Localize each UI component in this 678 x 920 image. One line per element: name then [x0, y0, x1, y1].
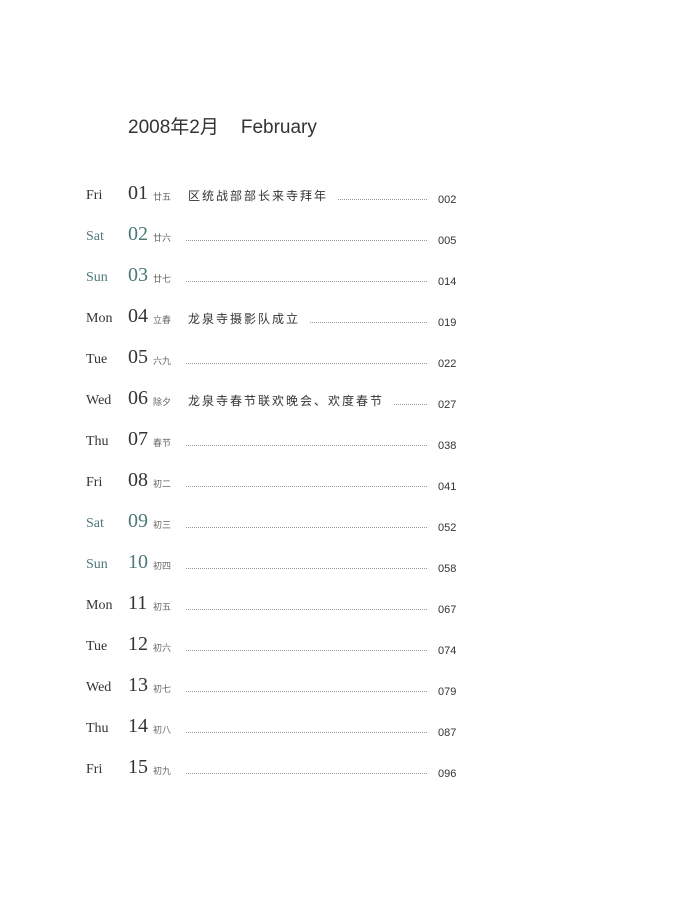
weekday-label: Sat [86, 516, 104, 531]
date-number: 04 [128, 305, 148, 327]
page-number: 022 [438, 358, 457, 370]
page-number: 052 [438, 522, 457, 534]
lunar-date: 初七 [153, 685, 172, 695]
weekday-label: Thu [86, 721, 109, 736]
title-cn: 2008年2月 [128, 117, 219, 138]
list-item[interactable]: Sat 09 初三 052 [0, 510, 678, 556]
weekday-label: Thu [86, 434, 109, 449]
date-number: 12 [128, 633, 148, 655]
page-number: 096 [438, 768, 457, 780]
date-number: 13 [128, 674, 148, 696]
event-text: 龙泉寺摄影队成立 [188, 312, 301, 326]
page-number: 087 [438, 727, 457, 739]
weekday-label: Fri [86, 475, 103, 490]
date-number: 15 [128, 756, 148, 778]
dot-leader [310, 322, 427, 323]
dot-leader [186, 363, 427, 364]
list-item[interactable]: Thu 07 春节 038 [0, 428, 678, 474]
dot-leader [186, 240, 427, 241]
page-number: 038 [438, 440, 457, 452]
event-text: 龙泉寺春节联欢晚会、欢度春节 [188, 394, 385, 408]
page-number: 067 [438, 604, 457, 616]
date-number: 03 [128, 264, 148, 286]
weekday-label: Tue [86, 352, 108, 367]
dot-leader [186, 527, 427, 528]
list-item[interactable]: Tue 05 六九 022 [0, 346, 678, 392]
dot-leader [186, 568, 427, 569]
lunar-date: 除夕 [153, 398, 172, 408]
dot-leader [186, 281, 427, 282]
dot-leader [394, 404, 427, 405]
lunar-date: 初四 [153, 562, 172, 572]
weekday-label: Sun [86, 270, 108, 285]
page-number: 005 [438, 235, 457, 247]
weekday-label: Sat [86, 229, 104, 244]
list-item[interactable]: Fri 01 廿五 区统战部部长来寺拜年 002 [0, 182, 678, 228]
lunar-date: 初九 [153, 767, 172, 777]
date-number: 09 [128, 510, 148, 532]
date-number: 10 [128, 551, 148, 573]
weekday-label: Wed [86, 393, 112, 408]
weekday-label: Wed [86, 680, 112, 695]
title-en: February [240, 117, 317, 138]
date-number: 02 [128, 223, 148, 245]
lunar-date: 立春 [153, 316, 172, 326]
list-item[interactable]: Sun 03 廿七 014 [0, 264, 678, 310]
dot-leader [186, 609, 427, 610]
weekday-label: Tue [86, 639, 108, 654]
lunar-date: 初六 [153, 644, 172, 654]
date-number: 11 [128, 592, 148, 614]
lunar-date: 六九 [153, 357, 172, 367]
list-item[interactable]: Sun 10 初四 058 [0, 551, 678, 597]
list-item[interactable]: Wed 13 初七 079 [0, 674, 678, 720]
list-item[interactable]: Mon 11 初五 067 [0, 592, 678, 638]
weekday-label: Sun [86, 557, 108, 572]
date-number: 08 [128, 469, 148, 491]
list-item[interactable]: Wed 06 除夕 龙泉寺春节联欢晚会、欢度春节 027 [0, 387, 678, 433]
page-number: 002 [438, 194, 457, 206]
dot-leader [186, 691, 427, 692]
date-number: 05 [128, 346, 148, 368]
weekday-label: Mon [86, 598, 113, 613]
page-number: 019 [438, 317, 457, 329]
lunar-date: 初五 [153, 603, 172, 613]
list-item[interactable]: Thu 14 初八 087 [0, 715, 678, 761]
lunar-date: 春节 [153, 439, 172, 449]
list-item[interactable]: Sat 02 廿六 005 [0, 223, 678, 269]
date-number: 06 [128, 387, 148, 409]
list-item[interactable]: Mon 04 立春 龙泉寺摄影队成立 019 [0, 305, 678, 351]
lunar-date: 廿七 [153, 275, 172, 285]
page-number: 041 [438, 481, 457, 493]
list-item[interactable]: Fri 08 初二 041 [0, 469, 678, 515]
lunar-date: 初三 [153, 521, 172, 531]
dot-leader [186, 773, 427, 774]
date-number: 14 [128, 715, 148, 737]
date-number: 07 [128, 428, 148, 450]
page-number: 027 [438, 399, 457, 411]
page-number: 074 [438, 645, 457, 657]
lunar-date: 廿六 [153, 234, 172, 244]
lunar-date: 初二 [153, 480, 172, 490]
dot-leader [338, 199, 427, 200]
lunar-date: 廿五 [153, 193, 172, 203]
list-item[interactable]: Fri 15 初九 096 [0, 756, 678, 802]
date-number: 01 [128, 182, 148, 204]
event-text: 区统战部部长来寺拜年 [188, 189, 329, 203]
weekday-label: Fri [86, 188, 103, 203]
list-item[interactable]: Tue 12 初六 074 [0, 633, 678, 679]
page-number: 014 [438, 276, 457, 288]
weekday-label: Mon [86, 311, 113, 326]
lunar-date: 初八 [153, 726, 172, 736]
page-number: 058 [438, 563, 457, 575]
dot-leader [186, 650, 427, 651]
dot-leader [186, 732, 427, 733]
page-number: 079 [438, 686, 457, 698]
dot-leader [186, 445, 427, 446]
dot-leader [186, 486, 427, 487]
weekday-label: Fri [86, 762, 103, 777]
page-title: 2008年2月 February [128, 112, 317, 139]
